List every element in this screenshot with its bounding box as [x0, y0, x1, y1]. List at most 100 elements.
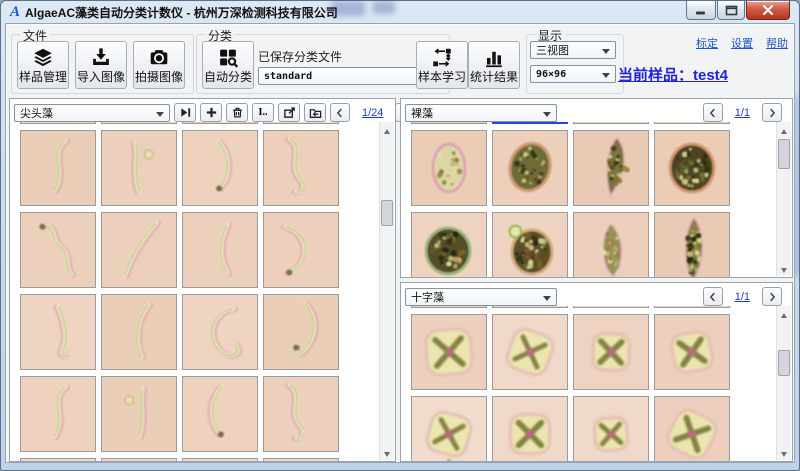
algae-thumbnail[interactable]: [411, 306, 487, 308]
folder-move-button[interactable]: [304, 103, 326, 122]
settings-link[interactable]: 设置: [731, 35, 753, 51]
import-image-button[interactable]: 导入图像: [75, 41, 127, 89]
cell-size-select[interactable]: 96×96: [530, 65, 616, 83]
folder-move-icon: [309, 106, 322, 119]
algae-thumbnail[interactable]: [654, 122, 730, 124]
algae-thumbnail[interactable]: [573, 314, 649, 390]
algae-thumbnail[interactable]: [492, 212, 568, 277]
saved-files-select[interactable]: standard: [258, 67, 441, 85]
algae-thumbnail[interactable]: [411, 122, 487, 124]
algae-thumbnail[interactable]: [654, 212, 730, 277]
algae-thumbnail[interactable]: [492, 314, 568, 390]
next-page-button[interactable]: [762, 103, 782, 122]
saved-files-value: standard: [264, 71, 312, 82]
vertical-scrollbar[interactable]: [379, 122, 394, 460]
capture-image-button[interactable]: 拍摄图像: [133, 41, 185, 89]
algae-thumbnail[interactable]: [411, 130, 487, 206]
page-indicator[interactable]: 1/24: [362, 107, 383, 119]
vertical-scrollbar[interactable]: [776, 122, 791, 276]
current-sample-link[interactable]: 当前样品：test4: [618, 64, 728, 85]
algae-thumbnail[interactable]: [573, 122, 649, 124]
species-select[interactable]: 十字藻: [405, 288, 557, 306]
prev-page-button[interactable]: [703, 103, 723, 122]
prev-page-button[interactable]: [703, 287, 723, 306]
page-indicator[interactable]: 1/1: [735, 291, 750, 303]
algae-thumbnail[interactable]: [492, 130, 568, 206]
stats-result-button[interactable]: 统计结果: [468, 41, 520, 89]
algae-thumbnail[interactable]: [20, 376, 96, 452]
close-button[interactable]: [746, 1, 790, 20]
titlebar: A AlgaeAC藻类自动分类计数仪 - 杭州万深检测科技有限公司: [10, 4, 338, 21]
algae-thumbnail[interactable]: [654, 314, 730, 390]
add-category-button[interactable]: [200, 103, 222, 122]
sample-manage-label: 样品管理: [19, 68, 67, 85]
algae-thumbnail[interactable]: [263, 294, 339, 370]
algae-thumbnail[interactable]: [263, 212, 339, 288]
minimize-button[interactable]: [686, 1, 716, 20]
prev-page-button[interactable]: [330, 103, 350, 122]
algae-thumbnail[interactable]: [573, 212, 649, 277]
auto-classify-button[interactable]: 自动分类: [202, 41, 254, 89]
delete-button[interactable]: [226, 103, 248, 122]
maximize-icon: [725, 5, 738, 16]
algae-thumbnail[interactable]: [182, 130, 258, 206]
algae-thumbnail[interactable]: [492, 306, 568, 308]
scroll-up-arrow[interactable]: [777, 122, 792, 136]
next-page-button[interactable]: [762, 287, 782, 306]
algae-thumbnail[interactable]: [654, 396, 730, 461]
view-mode-select[interactable]: 三视图: [530, 41, 616, 59]
sample-manage-button[interactable]: 样品管理: [17, 41, 69, 89]
algae-thumbnail[interactable]: [101, 294, 177, 370]
algae-thumbnail[interactable]: [263, 376, 339, 452]
algae-thumbnail[interactable]: [411, 396, 487, 461]
algae-thumbnail[interactable]: [182, 212, 258, 288]
algae-thumbnail[interactable]: [101, 458, 177, 461]
rename-button[interactable]: I..: [252, 103, 274, 122]
calibrate-link[interactable]: 标定: [696, 35, 718, 51]
algae-thumbnail[interactable]: [263, 458, 339, 461]
algae-thumbnail[interactable]: [20, 130, 96, 206]
algae-thumbnail[interactable]: [101, 212, 177, 288]
algae-thumbnail[interactable]: [492, 396, 568, 461]
algae-thumbnail[interactable]: [573, 396, 649, 461]
algae-thumbnail[interactable]: [182, 376, 258, 452]
algae-thumbnail[interactable]: [20, 122, 96, 124]
scroll-thumb[interactable]: [778, 139, 790, 169]
algae-thumbnail[interactable]: [101, 376, 177, 452]
scroll-up-arrow[interactable]: [380, 122, 395, 136]
algae-thumbnail[interactable]: [101, 130, 177, 206]
algae-thumbnail[interactable]: [263, 122, 339, 124]
page-indicator[interactable]: 1/1: [735, 107, 750, 119]
scroll-down-arrow[interactable]: [380, 446, 395, 460]
algae-thumbnail[interactable]: [492, 122, 568, 124]
algae-thumbnail[interactable]: [411, 314, 487, 390]
algae-thumbnail[interactable]: [654, 130, 730, 206]
export-button[interactable]: [278, 103, 300, 122]
species-select[interactable]: 尖头藻: [14, 104, 170, 122]
species-select[interactable]: 裸藻: [405, 104, 557, 122]
vertical-scrollbar[interactable]: [776, 306, 791, 460]
algae-thumbnail[interactable]: [411, 212, 487, 277]
algae-thumbnail[interactable]: [20, 212, 96, 288]
scroll-thumb[interactable]: [381, 200, 393, 226]
algae-thumbnail[interactable]: [101, 122, 177, 124]
help-link[interactable]: 帮助: [766, 35, 788, 51]
chevron-left-icon: [707, 291, 719, 303]
scroll-thumb[interactable]: [778, 350, 790, 376]
algae-thumbnail[interactable]: [573, 306, 649, 308]
algae-thumbnail[interactable]: [20, 294, 96, 370]
algae-thumbnail[interactable]: [654, 306, 730, 308]
scroll-down-arrow[interactable]: [777, 446, 792, 460]
sample-learn-button[interactable]: 样本学习: [416, 41, 468, 89]
algae-thumbnail[interactable]: [182, 122, 258, 124]
algae-thumbnail[interactable]: [182, 294, 258, 370]
scroll-down-arrow[interactable]: [777, 262, 792, 276]
algae-thumbnail[interactable]: [573, 130, 649, 206]
maximize-button[interactable]: [717, 1, 745, 20]
algae-thumbnail[interactable]: [20, 458, 96, 461]
scroll-up-arrow[interactable]: [777, 306, 792, 320]
play-last-button[interactable]: [174, 103, 196, 122]
view-mode-value: 三视图: [536, 42, 569, 58]
algae-thumbnail[interactable]: [263, 130, 339, 206]
algae-thumbnail[interactable]: [182, 458, 258, 461]
